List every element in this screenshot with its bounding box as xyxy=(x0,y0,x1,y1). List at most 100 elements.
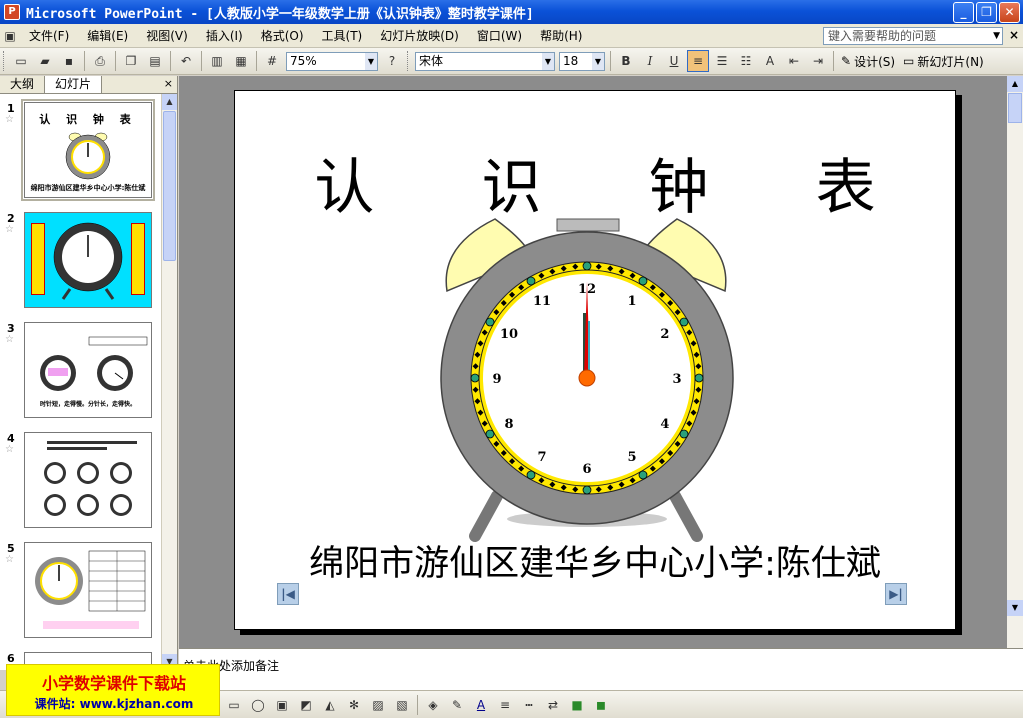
scroll-up-icon[interactable]: ▲ xyxy=(162,94,177,110)
slide-thumbnail-5[interactable] xyxy=(24,542,152,638)
font-select[interactable]: 宋体 ▼ xyxy=(415,51,555,71)
transition-star-icon: ☆ xyxy=(5,444,14,455)
help-icon[interactable]: ? xyxy=(381,50,403,72)
clipart-icon[interactable]: ✻ xyxy=(343,694,365,716)
close-button[interactable]: ✕ xyxy=(999,2,1020,23)
design-icon: ✎ xyxy=(841,54,852,68)
line-style-icon[interactable]: ≡ xyxy=(494,694,516,716)
paste-icon[interactable]: ▤ xyxy=(144,50,166,72)
help-search-input[interactable]: 键入需要帮助的问题 ▼ xyxy=(823,27,1003,45)
next-slide-icon[interactable]: ▶| xyxy=(885,583,907,605)
menu-file[interactable]: 文件(F) xyxy=(20,27,78,44)
scroll-up-icon[interactable]: ▲ xyxy=(1007,76,1023,92)
slide-editor: 认 识 钟 表 12123 xyxy=(179,76,1007,648)
new-document-icon[interactable]: ▭ xyxy=(10,50,32,72)
line-color-icon[interactable]: ✎ xyxy=(446,694,468,716)
increase-indent-icon[interactable]: ⇥ xyxy=(807,50,829,72)
font-value: 宋体 xyxy=(419,53,444,68)
minimize-button[interactable]: _ xyxy=(953,2,974,23)
menu-slideshow[interactable]: 幻灯片放映(D) xyxy=(371,27,468,44)
underline-button[interactable]: U xyxy=(663,50,685,72)
font-color-icon[interactable]: A xyxy=(470,694,492,716)
slide-thumbnail-2[interactable] xyxy=(24,212,152,308)
new-slide-button[interactable]: ▭ 新幻灯片(N) xyxy=(899,53,988,70)
tab-slides[interactable]: 幻灯片 xyxy=(45,76,103,93)
slide-thumbnail-4[interactable] xyxy=(24,432,152,528)
clock-number: 8 xyxy=(505,417,514,432)
menu-insert[interactable]: 插入(I) xyxy=(197,27,252,44)
previous-slide-icon[interactable]: |◀ xyxy=(277,583,299,605)
bold-button[interactable]: B xyxy=(615,50,637,72)
current-slide[interactable]: 认 识 钟 表 12123 xyxy=(234,90,956,630)
scroll-thumb[interactable] xyxy=(1008,93,1022,123)
toolbar-separator xyxy=(115,51,116,71)
picture-icon[interactable]: ▨ xyxy=(367,694,389,716)
arrow-style-icon[interactable]: ⇄ xyxy=(542,694,564,716)
bulleted-list-icon[interactable]: ☷ xyxy=(735,50,757,72)
scroll-thumb[interactable] xyxy=(163,111,176,261)
document-icon[interactable]: ▣ xyxy=(1,25,19,47)
toolbar-separator xyxy=(170,51,171,71)
toolbar-separator xyxy=(201,51,202,71)
shadow-icon[interactable]: ■ xyxy=(566,694,588,716)
increase-font-icon[interactable]: A xyxy=(759,50,781,72)
design-button[interactable]: ✎ 设计(S) xyxy=(837,53,899,70)
slide-thumbnail-1[interactable]: 认 识 钟 表 绵阳市游仙区建华乡中心小学:陈仕斌 xyxy=(21,99,155,201)
tab-outline[interactable]: 大纲 xyxy=(0,76,46,93)
fill-color-icon[interactable]: ◈ xyxy=(422,694,444,716)
menu-format[interactable]: 格式(O) xyxy=(252,27,313,44)
menu-view[interactable]: 视图(V) xyxy=(137,27,197,44)
restore-button[interactable]: ❐ xyxy=(976,2,997,23)
italic-button[interactable]: I xyxy=(639,50,661,72)
decrease-indent-icon[interactable]: ⇤ xyxy=(783,50,805,72)
copy-icon[interactable]: ❐ xyxy=(120,50,142,72)
clock-number: 3 xyxy=(672,372,681,387)
slide-subtitle[interactable]: 绵阳市游仙区建华乡中心小学:陈仕斌 xyxy=(235,535,955,586)
align-left-icon[interactable]: ≡ xyxy=(687,50,709,72)
chevron-down-icon[interactable]: ▼ xyxy=(365,52,377,70)
numbered-list-icon[interactable]: ☰ xyxy=(711,50,733,72)
chevron-down-icon[interactable]: ▼ xyxy=(542,52,554,70)
toolbar-grip[interactable] xyxy=(407,51,410,71)
insert-image-icon[interactable]: ▧ xyxy=(391,694,413,716)
dash-style-icon[interactable]: ┅ xyxy=(518,694,540,716)
menu-tools[interactable]: 工具(T) xyxy=(313,27,372,44)
textbox-icon[interactable]: ▣ xyxy=(271,694,293,716)
clock-hour-marker xyxy=(679,317,689,327)
thumbnails-scrollbar[interactable]: ▲ ▼ xyxy=(161,94,177,670)
oval-icon[interactable]: ◯ xyxy=(247,694,269,716)
powerpoint-app-icon[interactable]: P xyxy=(4,4,20,20)
print-icon[interactable]: ⎙ xyxy=(89,50,111,72)
clock-center-pin xyxy=(578,369,596,387)
transition-star-icon: ☆ xyxy=(5,554,14,565)
menu-window[interactable]: 窗口(W) xyxy=(468,27,531,44)
undo-icon[interactable]: ↶ xyxy=(175,50,197,72)
diagram-icon[interactable]: ◭ xyxy=(319,694,341,716)
toolbar-separator xyxy=(256,51,257,71)
chevron-down-icon[interactable]: ▼ xyxy=(592,52,604,70)
slide-thumbnail-3[interactable]: 时针短，走得慢。分针长，走得快。 xyxy=(24,322,152,418)
toolbar-grip[interactable] xyxy=(3,51,6,71)
chart-icon[interactable]: ▥ xyxy=(206,50,228,72)
font-size-select[interactable]: 18 ▼ xyxy=(559,51,605,71)
open-icon[interactable]: ▰ xyxy=(34,50,56,72)
document-close-icon[interactable]: × xyxy=(1009,28,1019,42)
chevron-down-icon[interactable]: ▼ xyxy=(993,28,1000,44)
menu-edit[interactable]: 编辑(E) xyxy=(78,27,137,44)
clock-number: 11 xyxy=(533,294,551,309)
scroll-down-icon[interactable]: ▼ xyxy=(1007,600,1023,616)
grid-icon[interactable]: # xyxy=(261,50,283,72)
pane-close-icon[interactable]: × xyxy=(164,77,173,90)
clock-hour-marker xyxy=(526,470,536,480)
table-icon[interactable]: ▦ xyxy=(230,50,252,72)
notes-pane[interactable]: 单击此处添加备注 xyxy=(179,648,1023,690)
zoom-value: 75% xyxy=(290,53,317,68)
rectangle-icon[interactable]: ▭ xyxy=(223,694,245,716)
save-icon[interactable]: ▪ xyxy=(58,50,80,72)
menu-help[interactable]: 帮助(H) xyxy=(531,27,591,44)
editor-scrollbar[interactable]: ▲ ▼ xyxy=(1007,76,1023,648)
wordart-icon[interactable]: ◩ xyxy=(295,694,317,716)
3d-style-icon[interactable]: ◼ xyxy=(590,694,612,716)
zoom-select[interactable]: 75% ▼ xyxy=(286,51,378,71)
clock-number: 9 xyxy=(492,372,501,387)
